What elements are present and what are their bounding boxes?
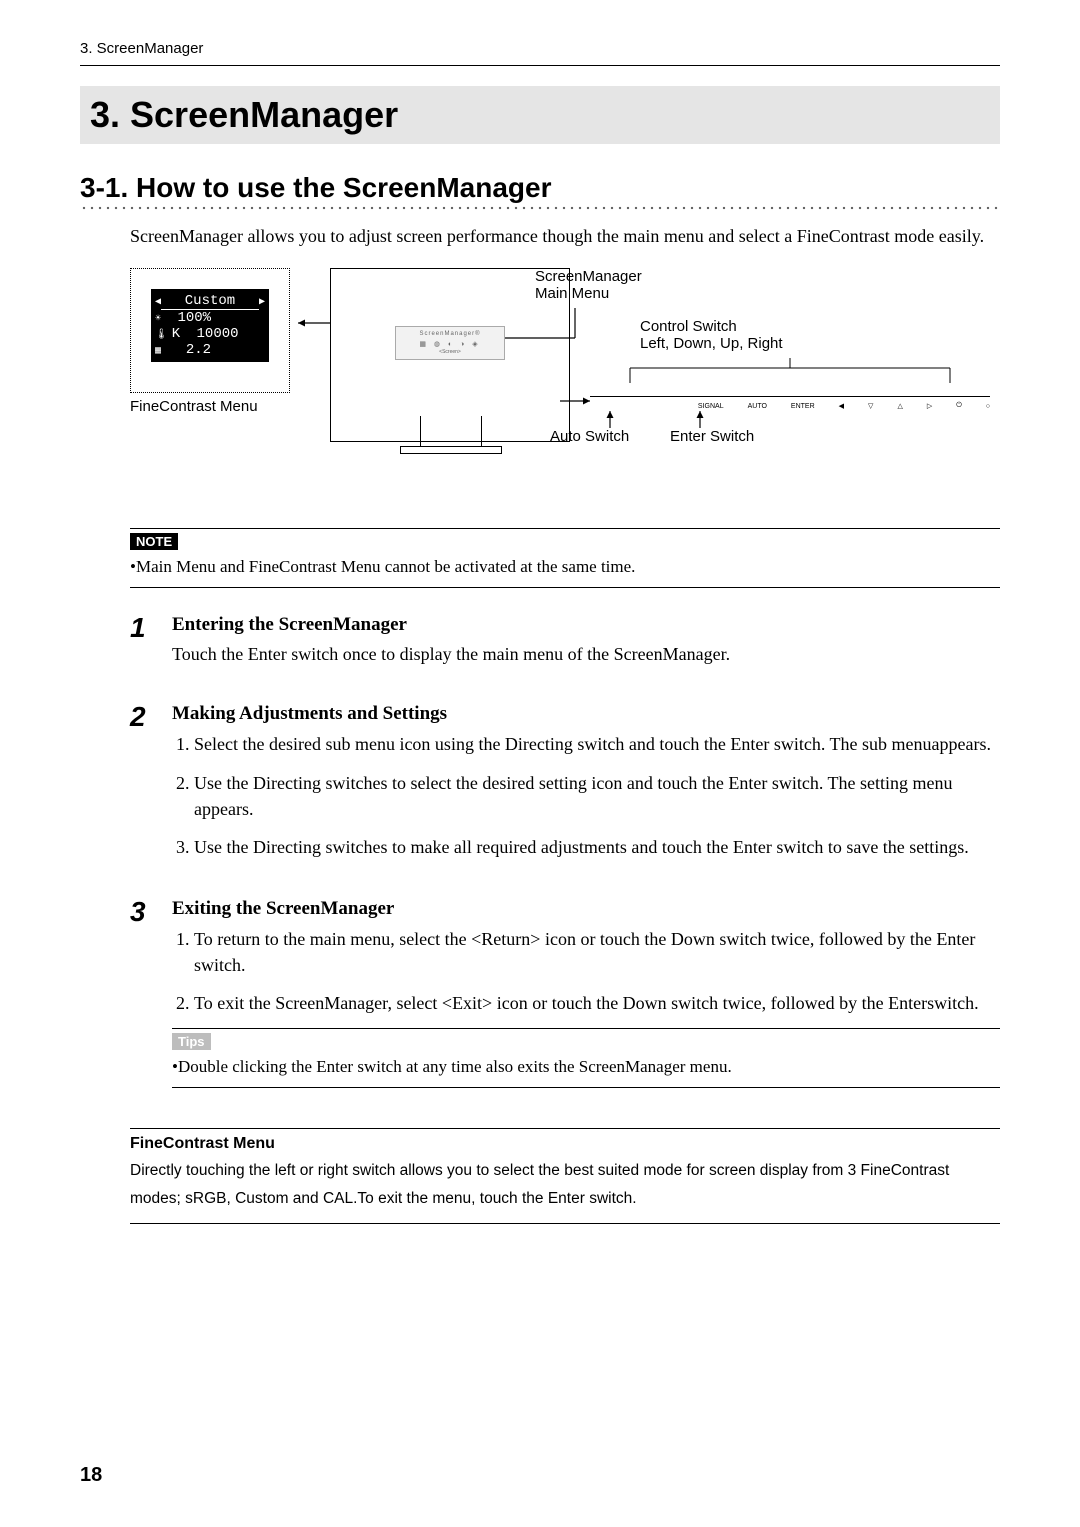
running-rule xyxy=(80,65,1000,66)
step-paragraph: Touch the Enter switch once to display t… xyxy=(172,642,1000,667)
step-2: 2 Making Adjustments and Settings Select… xyxy=(130,703,1000,871)
step-heading: Exiting the ScreenManager xyxy=(172,898,1000,920)
panel-mark xyxy=(497,425,505,430)
finecontrast-menu-preview: ◀ Custom ▶ 100% K 10000 2.2 xyxy=(130,268,290,393)
screenmanager-main-menu-preview: ScreenManager® ▦ ◍ ◐ ◑ ◈ <Screen> xyxy=(395,326,505,360)
panel-mark xyxy=(539,425,547,430)
switch-auto-label: AUTO xyxy=(748,401,767,411)
monitor-stand xyxy=(420,416,482,447)
note-badge: NOTE xyxy=(130,533,178,550)
tips-text: •Double clicking the Enter switch at any… xyxy=(172,1057,1000,1088)
step-list: Select the desired sub menu icon using t… xyxy=(172,731,1000,859)
switch-signal-label: SIGNAL xyxy=(698,401,724,411)
chapter-title: 3. ScreenManager xyxy=(80,86,1000,144)
manual-page: 3. ScreenManager 3. ScreenManager 3-1. H… xyxy=(0,0,1080,1527)
step-1: 1 Entering the ScreenManager Touch the E… xyxy=(130,614,1000,677)
intro-paragraph: ScreenManager allows you to adjust scree… xyxy=(130,224,1000,248)
list-item: Use the Directing switches to select the… xyxy=(194,770,1000,822)
sm-menu-title: ScreenManager® xyxy=(400,331,500,337)
left-arrow-icon: ◀ xyxy=(839,401,844,411)
right-triangle-icon: ▶ xyxy=(259,296,265,308)
tips-block: Tips •Double clicking the Enter switch a… xyxy=(172,1028,1000,1088)
enter-switch-label: Enter Switch xyxy=(670,428,754,445)
up-arrow-icon: △ xyxy=(897,401,902,411)
step-number: 1 xyxy=(130,614,154,677)
page-number: 18 xyxy=(80,1464,102,1487)
power-icon: ⏻ xyxy=(956,401,962,411)
list-item: To return to the main menu, select the <… xyxy=(194,926,1000,978)
right-arrow-icon: ▷ xyxy=(927,401,932,411)
control-switch-label: Control Switch Left, Down, Up, Right xyxy=(640,318,783,352)
note-text: •Main Menu and FineContrast Menu cannot … xyxy=(130,557,1000,588)
fc-mode: Custom xyxy=(161,293,259,310)
finecontrast-section-text: Directly touching the left or right swit… xyxy=(130,1157,1000,1224)
step-3: 3 Exiting the ScreenManager To return to… xyxy=(130,898,1000,1098)
list-item: To exit the ScreenManager, select <Exit>… xyxy=(194,990,1000,1016)
finecontrast-menu-content: ◀ Custom ▶ 100% K 10000 2.2 xyxy=(151,289,269,362)
tips-badge: Tips xyxy=(172,1033,211,1050)
step-list: To return to the main menu, select the <… xyxy=(172,926,1000,1016)
fc-gamma: 2.2 xyxy=(186,342,211,358)
step-number: 2 xyxy=(130,703,154,871)
screenmanager-main-menu-label: ScreenManager Main Menu xyxy=(535,268,642,302)
note-block: NOTE •Main Menu and FineContrast Menu ca… xyxy=(130,528,1000,588)
switch-bar: SIGNAL AUTO ENTER ◀ ▽ △ ▷ ⏻ ○ xyxy=(590,396,990,411)
gamma-icon xyxy=(155,342,161,358)
dotted-rule xyxy=(80,206,1000,210)
step-heading: Entering the ScreenManager xyxy=(172,614,1000,636)
sm-menu-icons: ▦ ◍ ◐ ◑ ◈ xyxy=(400,340,500,348)
list-item: Use the Directing switches to make all r… xyxy=(194,834,1000,860)
overview-diagram: ◀ Custom ▶ 100% K 10000 2.2 FineContrast… xyxy=(130,268,1000,468)
temperature-icon xyxy=(155,326,168,342)
section-title: 3-1. How to use the ScreenManager xyxy=(80,172,1000,204)
step-number: 3 xyxy=(130,898,154,1098)
running-head: 3. ScreenManager xyxy=(80,40,1000,57)
panel-mark xyxy=(511,425,519,430)
monitor-screen: ScreenManager® ▦ ◍ ◐ ◑ ◈ <Screen> xyxy=(345,283,555,403)
led-icon: ○ xyxy=(986,401,990,411)
finecontrast-menu-label: FineContrast Menu xyxy=(130,398,258,415)
auto-switch-label: Auto Switch xyxy=(550,428,629,445)
down-arrow-icon: ▽ xyxy=(868,401,873,411)
switch-enter-label: ENTER xyxy=(791,401,815,411)
step-heading: Making Adjustments and Settings xyxy=(172,703,1000,725)
panel-mark xyxy=(525,425,533,430)
fc-brightness: 100% xyxy=(177,310,211,326)
fc-temperature: 10000 xyxy=(197,326,239,342)
finecontrast-section-label: FineContrast Menu xyxy=(130,1128,1000,1153)
list-item: Select the desired sub menu icon using t… xyxy=(194,731,1000,757)
brightness-icon xyxy=(155,310,161,326)
sm-menu-sub: <Screen> xyxy=(400,349,500,355)
panel-mark xyxy=(483,425,491,430)
